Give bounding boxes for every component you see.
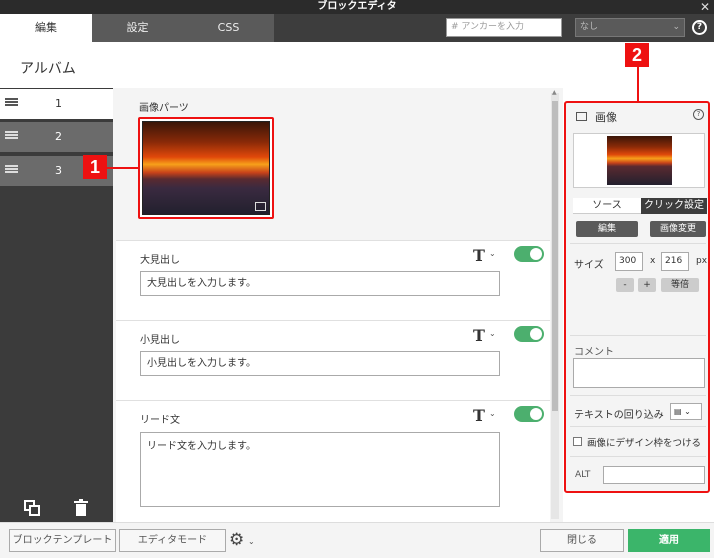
size-separator: x [650, 256, 656, 266]
scrollbar-thumb[interactable] [552, 101, 558, 411]
apply-button[interactable]: 適用 [628, 529, 710, 552]
tab-css[interactable]: CSS [183, 14, 274, 42]
width-input[interactable]: 300 [615, 252, 643, 271]
change-image-button[interactable]: 画像変更 [650, 221, 706, 237]
class-select-value: なし [580, 22, 599, 32]
height-input[interactable]: 216 [661, 252, 689, 271]
panel-title: 画像 [595, 111, 617, 124]
heading-small-label: 小見出し [140, 335, 180, 346]
block-list-item-2[interactable]: 2 [0, 122, 113, 152]
shrink-button[interactable]: - [616, 278, 634, 292]
chevron-down-icon[interactable]: ⌄ [489, 249, 496, 258]
text-style-icon[interactable]: T [473, 326, 485, 345]
callout-1-leader [107, 167, 138, 169]
design-frame-checkbox[interactable] [573, 437, 582, 446]
close-button[interactable]: 閉じる [540, 529, 624, 552]
block-list-panel [0, 88, 113, 522]
anchor-input[interactable]: # アンカーを入力 [446, 18, 562, 37]
visibility-toggle[interactable] [514, 406, 544, 422]
image-block-label: 画像パーツ [139, 103, 189, 114]
heading-small-input[interactable]: 小見出しを入力します。 [140, 351, 500, 376]
image-preview [573, 133, 705, 188]
text-style-icon[interactable]: T [473, 246, 485, 265]
drag-handle-icon[interactable] [5, 165, 18, 176]
heading-small-block: 小見出し T ⌄ 小見出しを入力します。 [116, 320, 550, 400]
comment-label: コメント [574, 347, 614, 358]
callout-2: 2 [625, 43, 649, 67]
lead-textarea[interactable]: リード文を入力します。 [140, 432, 500, 507]
help-icon[interactable]: ? [692, 20, 707, 35]
divider [570, 395, 706, 396]
block-list-number: 1 [55, 97, 62, 110]
tab-settings[interactable]: 設定 [92, 14, 183, 42]
sunset-image[interactable] [142, 121, 270, 215]
heading-large-input[interactable]: 大見出しを入力します。 [140, 271, 500, 296]
tab-edit[interactable]: 編集 [0, 14, 92, 42]
edit-image-button[interactable]: 編集 [576, 221, 638, 237]
heading-large-label: 大見出し [140, 255, 180, 266]
chevron-down-icon[interactable]: ⌄ [489, 329, 496, 338]
enlarge-button[interactable]: + [638, 278, 656, 292]
block-template-button[interactable]: ブロックテンプレート [9, 529, 116, 552]
visibility-toggle[interactable] [514, 326, 544, 342]
design-frame-label: 画像にデザイン枠をつける [587, 438, 702, 449]
window-titlebar: ブロックエディタ ✕ [0, 0, 714, 14]
comment-textarea[interactable] [573, 358, 705, 388]
chevron-down-icon: ⌄ [672, 22, 680, 32]
visibility-toggle[interactable] [514, 246, 544, 262]
text-wrap-label: テキストの回り込み [574, 410, 664, 421]
class-select[interactable]: なし ⌄ [575, 18, 685, 37]
divider [570, 335, 706, 336]
chevron-down-icon[interactable]: ⌄ [489, 409, 496, 418]
window-title: ブロックエディタ [317, 1, 397, 12]
tab-bar: 編集 設定 CSS # アンカーを入力 なし ⌄ ? [0, 14, 714, 42]
text-style-icon[interactable]: T [473, 406, 485, 425]
alt-input[interactable] [603, 466, 705, 484]
image-icon [255, 202, 266, 211]
main-scrollbar[interactable] [551, 93, 559, 519]
image-icon [576, 112, 587, 121]
tab-click-settings[interactable]: クリック設定 [641, 198, 707, 214]
divider [570, 456, 706, 457]
callout-1: 1 [83, 155, 107, 179]
chevron-down-icon[interactable]: ⌄ [248, 537, 255, 546]
image-part[interactable] [138, 117, 274, 219]
alt-label: ALT [575, 470, 591, 480]
callout-2-leader [637, 67, 639, 102]
close-icon[interactable]: ✕ [700, 0, 710, 14]
divider [570, 426, 706, 427]
heading-large-block: 大見出し T ⌄ 大見出しを入力します。 [116, 240, 550, 320]
lead-block: リード文 T ⌄ リード文を入力します。 [116, 400, 550, 522]
lead-label: リード文 [140, 415, 180, 426]
drag-handle-icon[interactable] [5, 98, 18, 109]
page-title: アルバム [20, 61, 76, 77]
scroll-up-icon[interactable]: ▲ [552, 89, 557, 96]
editor-mode-button[interactable]: エディタモード [119, 529, 226, 552]
size-unit: px [696, 256, 708, 266]
actual-size-button[interactable]: 等倍 [661, 278, 699, 292]
image-settings-panel: 画像 ? ソース クリック設定 編集 画像変更 サイズ 300 x 216 px… [564, 101, 710, 493]
sunset-thumbnail [607, 136, 672, 185]
divider [570, 243, 706, 244]
drag-handle-icon[interactable] [5, 131, 18, 142]
trash-icon[interactable] [74, 499, 88, 516]
help-icon[interactable]: ? [693, 109, 704, 120]
tab-source[interactable]: ソース [573, 198, 641, 214]
text-wrap-select[interactable]: ▤ ⌄ [670, 403, 702, 420]
size-label: サイズ [574, 260, 604, 271]
gear-icon[interactable]: ⚙ [229, 530, 244, 550]
copy-icon[interactable] [24, 500, 40, 516]
block-list-number: 2 [55, 130, 62, 143]
block-list-item-1[interactable]: 1 [0, 89, 113, 119]
block-list-number: 3 [55, 164, 62, 177]
